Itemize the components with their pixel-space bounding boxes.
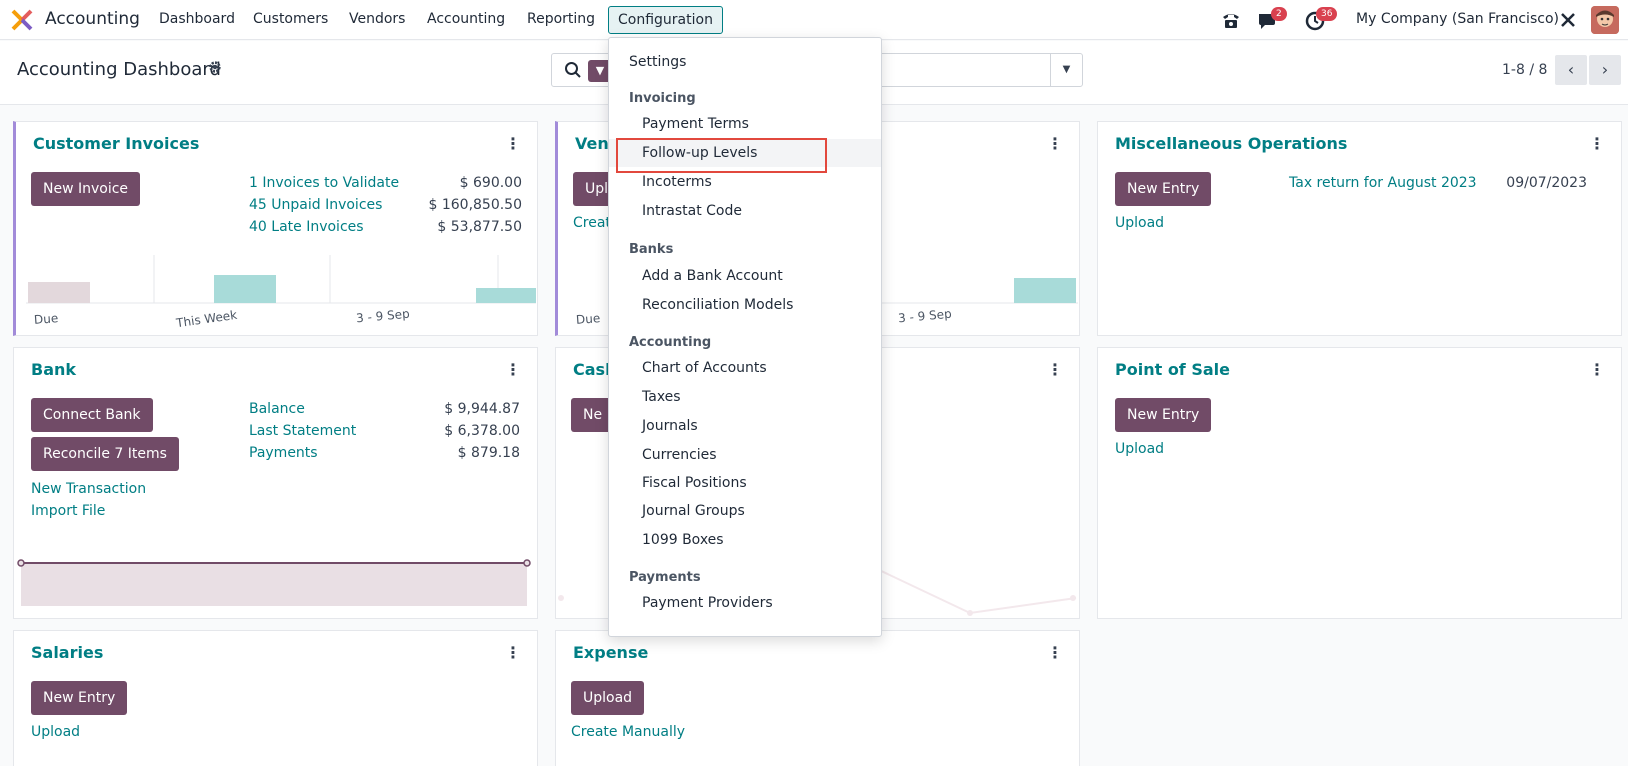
- dropdown-payment-terms[interactable]: Payment Terms: [609, 110, 881, 138]
- configuration-dropdown: Settings Invoicing Payment Terms Follow-…: [608, 37, 882, 637]
- kebab-menu-icon[interactable]: ⋮: [1047, 134, 1063, 153]
- dropdown-header-banks: Banks: [629, 242, 674, 257]
- menu-reporting[interactable]: Reporting: [527, 11, 595, 27]
- company-switcher[interactable]: My Company (San Francisco): [1356, 11, 1559, 27]
- pager-next-button[interactable]: ›: [1589, 55, 1621, 85]
- page-title: Accounting Dashboard: [17, 59, 221, 80]
- tax-return-date: 09/07/2023: [1506, 175, 1587, 191]
- late-invoices-amount: $ 53,877.50: [437, 219, 522, 235]
- debug-tools-icon[interactable]: [1559, 11, 1577, 29]
- kebab-menu-icon[interactable]: ⋮: [505, 360, 521, 379]
- dropdown-reconciliation-models[interactable]: Reconciliation Models: [609, 291, 881, 319]
- app-name[interactable]: Accounting: [45, 9, 140, 29]
- pager-value[interactable]: 1-8 / 8: [1502, 62, 1547, 78]
- gear-icon[interactable]: [208, 60, 222, 74]
- phone-icon[interactable]: [1221, 11, 1241, 29]
- menu-configuration[interactable]: Configuration: [608, 6, 723, 34]
- card-title[interactable]: Customer Invoices: [33, 134, 199, 153]
- dropdown-add-bank-account[interactable]: Add a Bank Account: [609, 262, 881, 290]
- dropdown-settings[interactable]: Settings: [609, 48, 881, 76]
- menu-dashboard[interactable]: Dashboard: [159, 11, 235, 27]
- axis-label-due: Due: [575, 311, 601, 327]
- dropdown-1099-boxes[interactable]: 1099 Boxes: [609, 526, 881, 554]
- dropdown-fiscal-positions[interactable]: Fiscal Positions: [609, 469, 881, 497]
- dropdown-journal-groups[interactable]: Journal Groups: [609, 497, 881, 525]
- upload-link[interactable]: Upload: [1115, 441, 1164, 457]
- card-title[interactable]: Miscellaneous Operations: [1115, 134, 1347, 153]
- bar-this-week[interactable]: [214, 275, 276, 303]
- follow-up-levels-highlight: [616, 138, 827, 173]
- upload-link[interactable]: Upload: [31, 724, 80, 740]
- dropdown-header-payments: Payments: [629, 570, 701, 585]
- new-entry-button[interactable]: New Entry: [1115, 172, 1212, 206]
- invoices-to-validate-link[interactable]: 1 Invoices to Validate: [249, 175, 399, 191]
- create-manually-link[interactable]: Creat: [573, 215, 611, 231]
- upload-button[interactable]: Upload: [571, 681, 645, 715]
- menu-vendors[interactable]: Vendors: [349, 11, 405, 27]
- top-navbar: Accounting Dashboard Customers Vendors A…: [0, 0, 1628, 40]
- new-entry-button[interactable]: New Entry: [31, 681, 128, 715]
- kebab-menu-icon[interactable]: ⋮: [1589, 134, 1605, 153]
- bank-balance-line-chart: [17, 559, 531, 606]
- activities-badge: 36: [1316, 7, 1338, 21]
- card-title[interactable]: Salaries: [31, 643, 103, 662]
- last-statement-link[interactable]: Last Statement: [249, 423, 356, 439]
- bank-card: Bank ⋮ Connect Bank Reconcile 7 Items Ne…: [13, 347, 538, 619]
- unpaid-invoices-amount: $ 160,850.50: [428, 197, 522, 213]
- card-title[interactable]: Expense: [573, 643, 648, 662]
- new-invoice-button[interactable]: New Invoice: [31, 172, 141, 206]
- tax-return-link[interactable]: Tax return for August 2023: [1289, 175, 1477, 191]
- kebab-menu-icon[interactable]: ⋮: [505, 134, 521, 153]
- expense-card: Expense ⋮ Upload Create Manually: [555, 630, 1080, 766]
- import-file-link[interactable]: Import File: [31, 503, 105, 519]
- dropdown-currencies[interactable]: Currencies: [609, 441, 881, 469]
- balance-point-end[interactable]: [523, 559, 531, 567]
- payments-amount: $ 879.18: [457, 445, 520, 461]
- late-invoices-link[interactable]: 40 Late Invoices: [249, 219, 364, 235]
- upload-link[interactable]: Upload: [1115, 215, 1164, 231]
- bar-due[interactable]: [28, 282, 90, 303]
- dropdown-journals[interactable]: Journals: [609, 412, 881, 440]
- reconcile-items-button[interactable]: Reconcile 7 Items: [31, 437, 179, 471]
- kebab-menu-icon[interactable]: ⋮: [1047, 360, 1063, 379]
- kebab-menu-icon[interactable]: ⋮: [1589, 360, 1605, 379]
- unpaid-invoices-link[interactable]: 45 Unpaid Invoices: [249, 197, 382, 213]
- card-title[interactable]: Point of Sale: [1115, 360, 1230, 379]
- dropdown-header-accounting: Accounting: [629, 335, 712, 350]
- accounting-app-icon[interactable]: [10, 8, 34, 32]
- balance-link[interactable]: Balance: [249, 401, 305, 417]
- point-of-sale-card: Point of Sale ⋮ New Entry Upload: [1097, 347, 1622, 619]
- new-transaction-link[interactable]: New Transaction: [31, 481, 146, 497]
- kebab-menu-icon[interactable]: ⋮: [505, 643, 521, 662]
- pager-previous-button[interactable]: ‹: [1555, 55, 1587, 85]
- connect-bank-button[interactable]: Connect Bank: [31, 398, 153, 432]
- menu-accounting[interactable]: Accounting: [427, 11, 505, 27]
- balance-amount: $ 9,944.87: [444, 401, 520, 417]
- card-title[interactable]: Bank: [31, 360, 76, 379]
- bar-3-9-sep[interactable]: [1014, 278, 1076, 303]
- bar-3-9-sep[interactable]: [476, 288, 536, 303]
- kebab-menu-icon[interactable]: ⋮: [1047, 643, 1063, 662]
- last-statement-amount: $ 6,378.00: [444, 423, 520, 439]
- new-entry-button[interactable]: New Entry: [1115, 398, 1212, 432]
- misc-operations-card: Miscellaneous Operations ⋮ New Entry Upl…: [1097, 121, 1622, 336]
- search-options-toggle[interactable]: ▼: [1050, 54, 1082, 86]
- invoices-to-validate-amount: $ 690.00: [459, 175, 522, 191]
- payments-link[interactable]: Payments: [249, 445, 318, 461]
- dropdown-payment-providers[interactable]: Payment Providers: [609, 589, 881, 617]
- dropdown-chart-of-accounts[interactable]: Chart of Accounts: [609, 354, 881, 382]
- messages-badge: 2: [1271, 7, 1287, 21]
- menu-customers[interactable]: Customers: [253, 11, 328, 27]
- axis-label-due: Due: [33, 311, 59, 327]
- dropdown-header-invoicing: Invoicing: [629, 91, 696, 106]
- salaries-card: Salaries ⋮ New Entry Upload: [13, 630, 538, 766]
- user-avatar[interactable]: [1591, 6, 1619, 34]
- create-manually-link[interactable]: Create Manually: [571, 724, 685, 740]
- balance-point-start[interactable]: [17, 559, 25, 567]
- customer-invoices-card: Customer Invoices ⋮ New Invoice 1 Invoic…: [13, 121, 538, 336]
- dropdown-taxes[interactable]: Taxes: [609, 383, 881, 411]
- invoices-bar-chart: [26, 255, 536, 304]
- search-icon[interactable]: [564, 61, 582, 79]
- dropdown-intrastat-code[interactable]: Intrastat Code: [609, 197, 881, 225]
